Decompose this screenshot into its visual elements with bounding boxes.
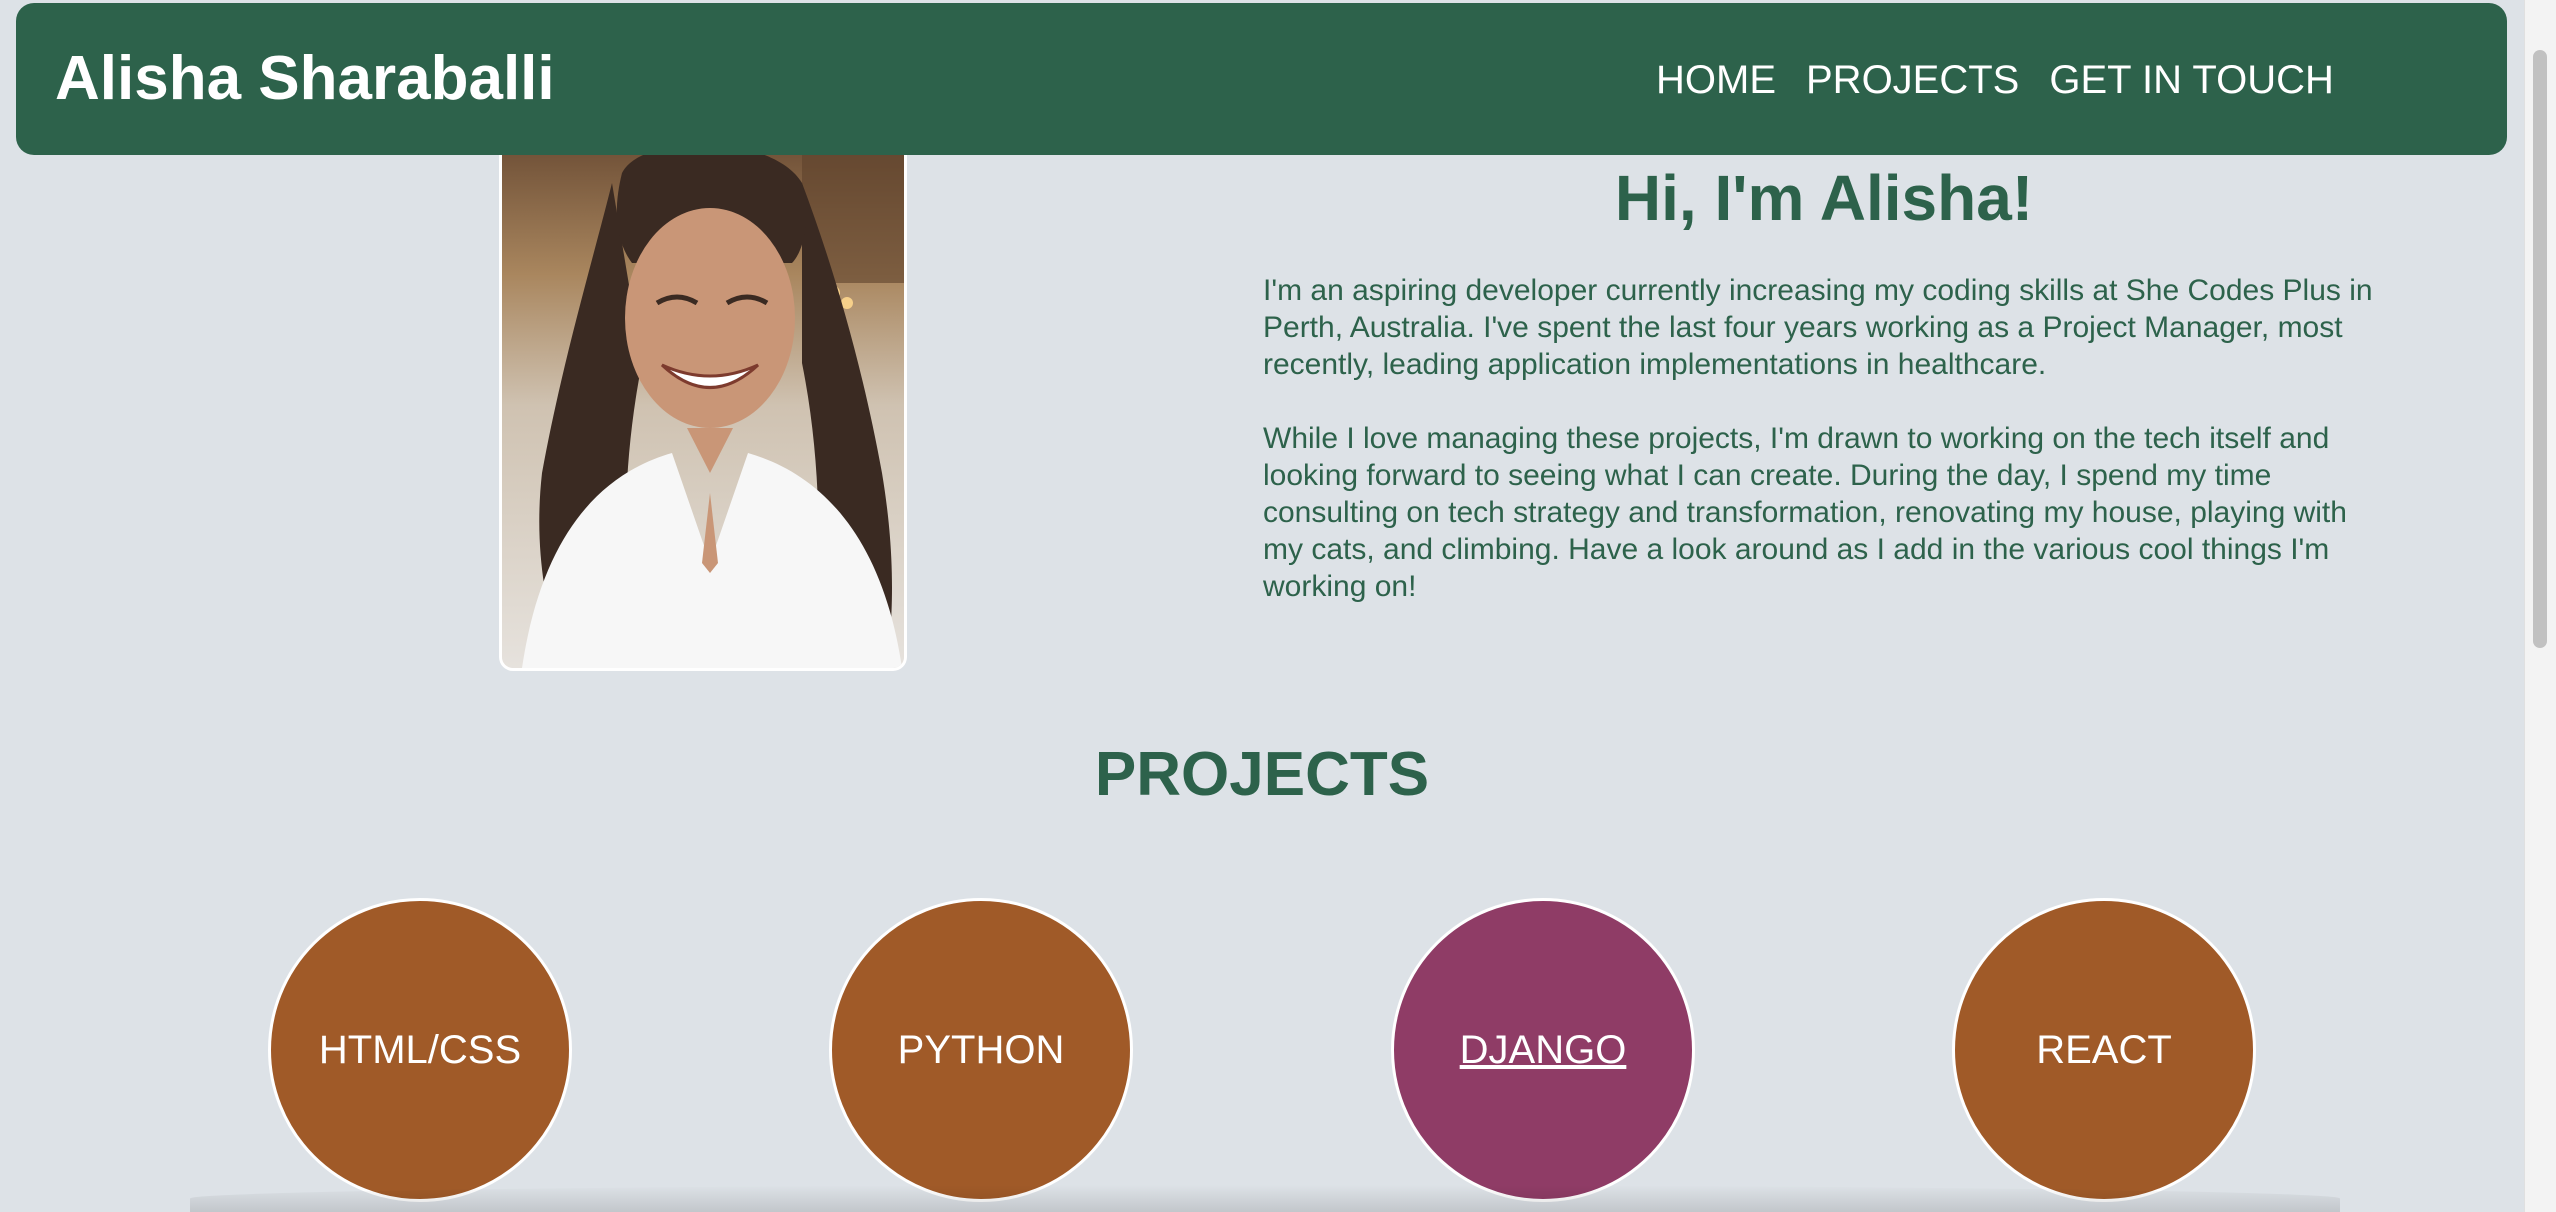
section-shadow bbox=[190, 1185, 2340, 1212]
vertical-scrollbar[interactable] bbox=[2524, 0, 2556, 1212]
project-html-css-button[interactable]: HTML/CSS bbox=[268, 898, 572, 1202]
portrait-image bbox=[502, 143, 904, 668]
bio-paragraph: I'm an aspiring developer currently incr… bbox=[1263, 274, 2373, 381]
project-python-button[interactable]: PYTHON bbox=[829, 898, 1133, 1202]
site-header: Alisha Sharaballi HOME PROJECTS GET IN T… bbox=[16, 3, 2507, 155]
nav-projects-link[interactable]: PROJECTS bbox=[1806, 53, 2019, 107]
intro-bio: I'm an aspiring developer currently incr… bbox=[1263, 272, 2393, 642]
bio-paragraph: While I love managing these projects, I'… bbox=[1263, 422, 2347, 603]
project-django-button[interactable]: DJANGO bbox=[1391, 898, 1695, 1202]
intro-heading: Hi, I'm Alisha! bbox=[1614, 162, 2034, 234]
page-viewport: Hi, I'm Alisha! I'm an aspiring develope… bbox=[0, 0, 2524, 1212]
project-react-button[interactable]: REACT bbox=[1952, 898, 2256, 1202]
site-brand[interactable]: Alisha Sharaballi bbox=[55, 43, 555, 115]
projects-heading: PROJECTS bbox=[1094, 740, 1430, 809]
nav-get-in-touch-link[interactable]: GET IN TOUCH bbox=[2049, 53, 2334, 107]
scrollbar-thumb[interactable] bbox=[2533, 50, 2547, 648]
main-nav: HOME PROJECTS GET IN TOUCH bbox=[1656, 53, 2334, 107]
nav-home-link[interactable]: HOME bbox=[1656, 53, 1776, 107]
profile-photo bbox=[499, 143, 907, 671]
